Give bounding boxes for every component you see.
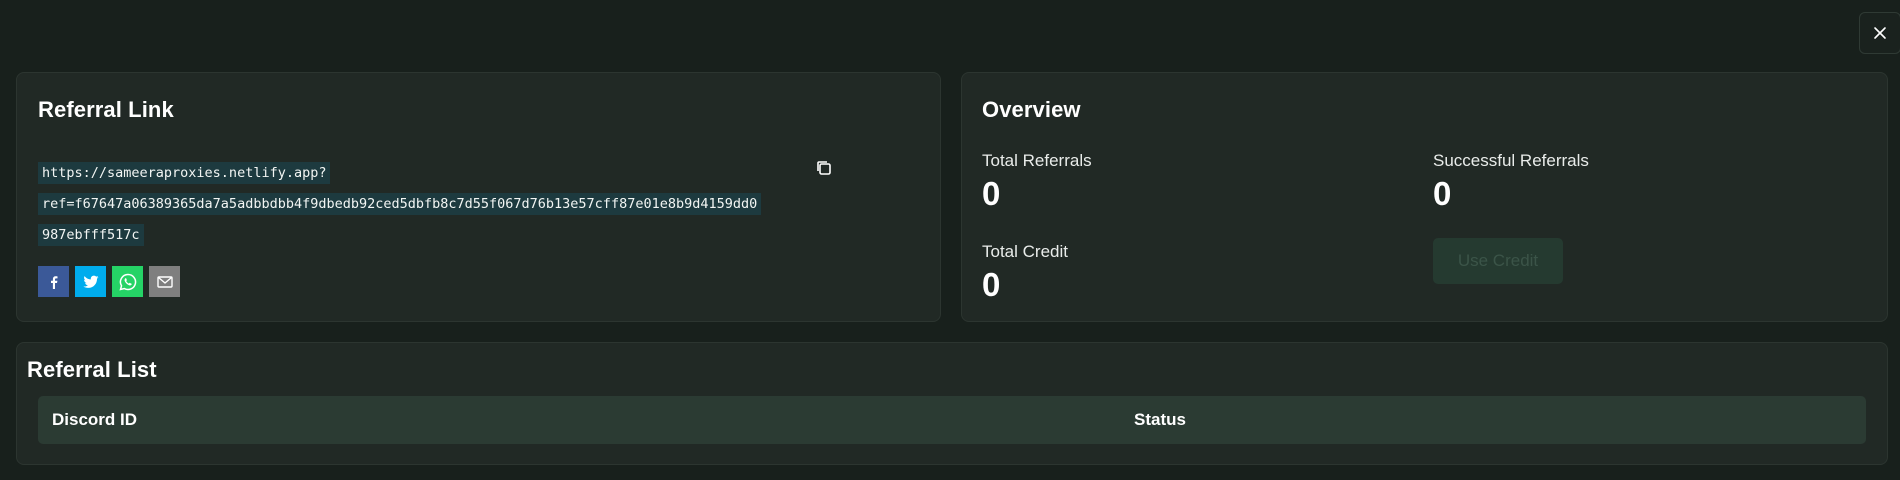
use-credit-button[interactable]: Use Credit bbox=[1433, 238, 1563, 284]
total-credit-label: Total Credit bbox=[982, 242, 1068, 261]
share-whatsapp-button[interactable] bbox=[112, 266, 143, 297]
copy-button[interactable] bbox=[813, 157, 835, 179]
copy-icon bbox=[817, 161, 831, 175]
facebook-icon bbox=[50, 275, 57, 289]
total-referrals-stat: Total Referrals 0 bbox=[982, 151, 1092, 213]
total-credit-stat: Total Credit 0 bbox=[982, 242, 1068, 304]
overview-card: Overview Total Referrals 0 Successful Re… bbox=[961, 72, 1888, 322]
successful-referrals-value: 0 bbox=[1433, 175, 1452, 212]
referral-url-line: https://sameeraproxies.netlify.app? bbox=[38, 162, 331, 184]
close-icon bbox=[1874, 27, 1886, 39]
share-twitter-button[interactable] bbox=[75, 266, 106, 297]
close-button[interactable] bbox=[1859, 12, 1900, 54]
email-icon bbox=[156, 275, 173, 288]
share-buttons bbox=[38, 266, 180, 297]
referral-link-card: Referral Link https://sameeraproxies.net… bbox=[16, 72, 941, 322]
referral-list-card: Referral List Discord ID Status bbox=[16, 342, 1888, 465]
referral-list-title: Referral List bbox=[27, 357, 157, 382]
share-facebook-button[interactable] bbox=[38, 266, 69, 297]
referral-link-title: Referral Link bbox=[38, 97, 174, 122]
whatsapp-icon bbox=[118, 273, 136, 291]
column-header-discord-id[interactable]: Discord ID bbox=[52, 410, 137, 430]
share-email-button[interactable] bbox=[149, 266, 180, 297]
referral-url[interactable]: https://sameeraproxies.netlify.app? ref=… bbox=[38, 158, 798, 251]
twitter-icon bbox=[82, 275, 98, 288]
referral-url-line: 987ebfff517c bbox=[38, 224, 144, 246]
referral-table-header: Discord ID Status bbox=[38, 396, 1866, 444]
successful-referrals-stat: Successful Referrals 0 bbox=[1433, 151, 1589, 213]
total-referrals-value: 0 bbox=[982, 175, 1001, 212]
overview-title: Overview bbox=[982, 97, 1081, 122]
referral-url-line: ref=f67647a06389365da7a5adbbdbb4f9dbedb9… bbox=[38, 193, 762, 215]
referral-dashboard: Referral Link https://sameeraproxies.net… bbox=[0, 0, 1900, 480]
total-referrals-label: Total Referrals bbox=[982, 151, 1092, 170]
successful-referrals-label: Successful Referrals bbox=[1433, 151, 1589, 170]
total-credit-value: 0 bbox=[982, 266, 1001, 303]
column-header-status[interactable]: Status bbox=[1134, 410, 1186, 430]
